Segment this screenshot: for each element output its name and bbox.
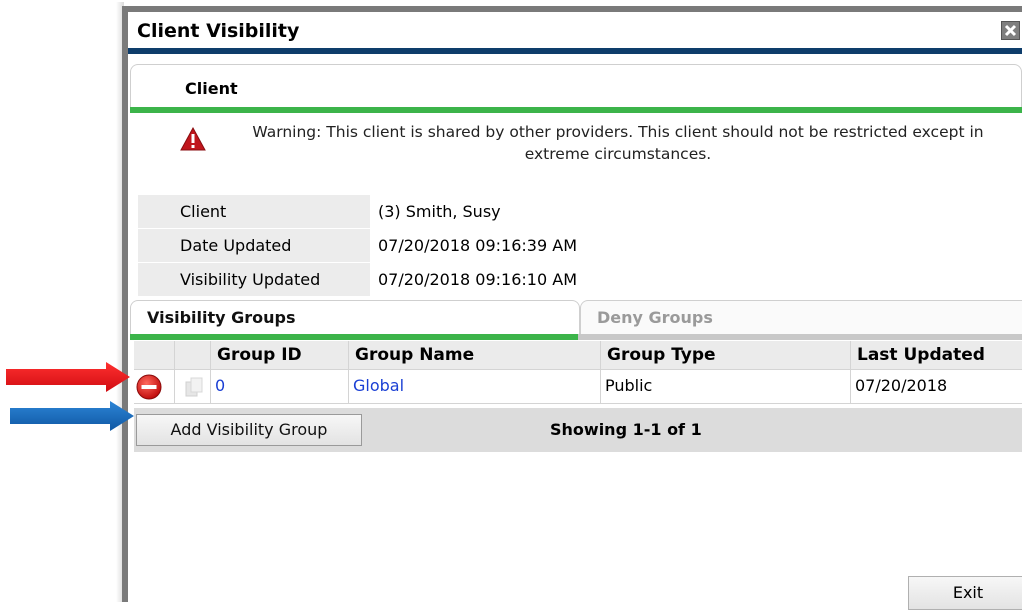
header-action-col (134, 341, 174, 369)
dialog-title: Client Visibility (137, 20, 300, 42)
info-label: Visibility Updated (168, 263, 370, 296)
info-value: 07/20/2018 09:16:10 AM (378, 270, 577, 289)
group-id-link[interactable]: 0 (215, 376, 225, 395)
info-value: 07/20/2018 09:16:39 AM (378, 236, 577, 255)
inactive-tab-underline (578, 334, 1022, 340)
info-row-date-updated: Date Updated 07/20/2018 09:16:39 AM (138, 229, 1022, 263)
add-visibility-group-button[interactable]: Add Visibility Group (136, 414, 362, 446)
pagination-status: Showing 1-1 of 1 (550, 420, 702, 439)
cell-last-updated: 07/20/2018 (850, 370, 1022, 403)
close-icon (1004, 24, 1017, 37)
grid-header: Group ID Group Name Group Type Last Upda… (134, 341, 1022, 370)
info-value: (3) Smith, Susy (378, 202, 501, 221)
info-row-gutter (138, 195, 168, 228)
table-row: 0 Global Public 07/20/2018 (134, 370, 1022, 404)
row-doc-cell (174, 370, 210, 403)
tab-deny-groups[interactable]: Deny Groups (580, 300, 1022, 335)
client-tab-underline (130, 107, 1022, 113)
warning-text: Warning: This client is shared by other … (252, 123, 984, 163)
header-group-name[interactable]: Group Name (348, 341, 600, 369)
warning-icon (180, 126, 206, 151)
client-info-table: Client (3) Smith, Susy Date Updated 07/2… (138, 195, 1022, 297)
info-row-gutter (138, 263, 168, 296)
dialog-titlebar: Client Visibility (128, 12, 1022, 54)
header-doc-col (174, 341, 210, 369)
active-tab-underline (130, 334, 578, 340)
close-button[interactable] (1001, 21, 1020, 40)
tab-label: Visibility Groups (147, 308, 296, 327)
row-action-cell (134, 370, 174, 403)
cell-group-id[interactable]: 0 (210, 370, 348, 403)
red-arrow-icon (6, 362, 130, 392)
client-section-tab: Client (130, 64, 1022, 113)
header-group-type[interactable]: Group Type (600, 341, 850, 369)
blue-arrow-icon (10, 401, 134, 431)
tab-visibility-groups[interactable]: Visibility Groups (130, 300, 580, 335)
info-label: Client (168, 195, 370, 228)
client-visibility-dialog: Client Visibility Client Warning: This c… (122, 6, 1022, 610)
tab-label: Deny Groups (597, 308, 713, 327)
group-tabs: Visibility Groups Deny Groups (130, 300, 1022, 342)
exit-button[interactable]: Exit (908, 576, 1022, 610)
document-icon (185, 377, 203, 397)
remove-icon[interactable] (136, 374, 162, 400)
cell-group-type: Public (600, 370, 850, 403)
header-group-id[interactable]: Group ID (210, 341, 348, 369)
warning-message: Warning: This client is shared by other … (128, 116, 1022, 176)
cell-group-name[interactable]: Global (348, 370, 600, 403)
info-row-visibility-updated: Visibility Updated 07/20/2018 09:16:10 A… (138, 263, 1022, 297)
header-last-updated[interactable]: Last Updated (850, 341, 1022, 369)
grid-footer: Add Visibility Group Showing 1-1 of 1 (134, 408, 1022, 452)
group-name-link[interactable]: Global (353, 376, 404, 395)
visibility-groups-grid: Group ID Group Name Group Type Last Upda… (134, 341, 1022, 404)
client-tab-label: Client (185, 79, 238, 98)
info-row-gutter (138, 229, 168, 262)
info-row-client: Client (3) Smith, Susy (138, 195, 1022, 229)
info-label: Date Updated (168, 229, 370, 262)
